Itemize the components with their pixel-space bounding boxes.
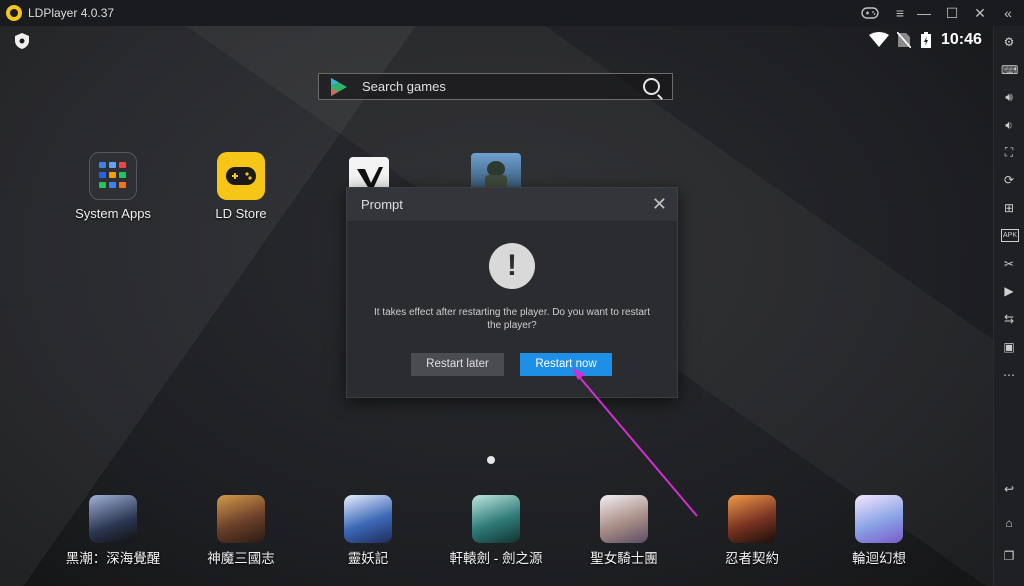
prompt-dialog: Prompt ✕ ! It takes effect after restart… bbox=[346, 187, 678, 398]
app-label: 靈妖記 bbox=[347, 551, 389, 566]
volume-down-icon[interactable]: 🔉︎ bbox=[1001, 118, 1017, 132]
app-label: 聖女騎士團 bbox=[590, 551, 658, 566]
back-icon[interactable]: ↩ bbox=[1001, 482, 1017, 496]
app-ld-store[interactable]: LD Store bbox=[191, 152, 291, 221]
restart-now-button[interactable]: Restart now bbox=[520, 353, 612, 376]
clock: 10:46 bbox=[941, 31, 982, 48]
search-placeholder: Search games bbox=[362, 79, 446, 94]
app-label: 輪迴幻想 bbox=[852, 551, 906, 566]
game-icon bbox=[600, 495, 648, 543]
close-icon[interactable]: ✕ bbox=[652, 194, 667, 214]
close-icon[interactable]: ✕ bbox=[966, 0, 994, 26]
ldplayer-logo-icon bbox=[6, 5, 22, 21]
collapse-icon[interactable]: « bbox=[994, 0, 1022, 26]
dock-app-3[interactable]: 靈妖記 bbox=[313, 495, 423, 567]
app-label: 黑潮：深海覺醒 bbox=[65, 551, 161, 566]
page-indicator-dot bbox=[487, 456, 495, 464]
dock-app-5[interactable]: 聖女騎士團 bbox=[569, 495, 679, 567]
sync-icon[interactable]: ⇆ bbox=[1001, 312, 1017, 326]
app-label: LD Store bbox=[215, 206, 267, 221]
restart-later-button[interactable]: Restart later bbox=[411, 353, 504, 376]
game-icon bbox=[89, 495, 137, 543]
dialog-header: Prompt ✕ bbox=[347, 188, 677, 221]
game-icon bbox=[728, 495, 776, 543]
fullscreen-icon[interactable]: ⛶ bbox=[1001, 145, 1017, 159]
dock-app-7[interactable]: 輪迴幻想 bbox=[824, 495, 934, 567]
shield-icon[interactable] bbox=[14, 32, 30, 55]
app-label: 神魔三國志 bbox=[207, 551, 275, 566]
maximize-icon[interactable]: ☐ bbox=[938, 0, 966, 26]
minimize-icon[interactable]: — bbox=[910, 0, 938, 26]
recent-apps-icon[interactable]: ❐ bbox=[1001, 549, 1017, 563]
rotate-icon[interactable]: ⟳ bbox=[1001, 173, 1017, 187]
window-title: LDPlayer 4.0.37 bbox=[28, 6, 115, 20]
operation-record-icon[interactable]: ▣ bbox=[1001, 340, 1017, 354]
dock-app-1[interactable]: 黑潮：深海覺醒 bbox=[58, 495, 168, 567]
no-sim-icon bbox=[896, 31, 912, 53]
dock-app-2[interactable]: 神魔三國志 bbox=[186, 495, 296, 567]
more-icon[interactable]: ⋯ bbox=[1001, 368, 1017, 382]
battery-icon bbox=[921, 32, 931, 53]
keyboard-icon[interactable]: ⌨ bbox=[1001, 63, 1018, 77]
app-system-apps[interactable]: System Apps bbox=[63, 152, 163, 221]
game-icon bbox=[855, 495, 903, 543]
game-icon bbox=[217, 495, 265, 543]
settings-icon[interactable]: ⚙ bbox=[1001, 35, 1017, 49]
dock-app-6[interactable]: 忍者契約 bbox=[697, 495, 807, 567]
ld-store-icon bbox=[217, 152, 265, 200]
add-window-icon[interactable]: ⊞ bbox=[1001, 201, 1017, 215]
game-icon bbox=[472, 495, 520, 543]
volume-up-icon[interactable]: 🔊︎ bbox=[1001, 90, 1017, 104]
game-icon bbox=[344, 495, 392, 543]
warning-icon: ! bbox=[489, 243, 535, 289]
right-toolbar: ⚙ ⌨ 🔊︎ 🔉︎ ⛶ ⟳ ⊞ APK ✂ ▶ ⇆ ▣ ⋯ ↩ ⌂ ❐ bbox=[993, 26, 1024, 586]
apk-install-icon[interactable]: APK bbox=[1001, 229, 1019, 242]
dialog-title: Prompt bbox=[361, 197, 403, 212]
system-apps-icon bbox=[89, 152, 137, 200]
gamepad-icon[interactable] bbox=[856, 0, 884, 26]
search-bar[interactable]: Search games bbox=[318, 73, 673, 100]
app-label: 忍者契約 bbox=[725, 551, 779, 566]
home-icon[interactable]: ⌂ bbox=[1001, 516, 1017, 530]
title-bar: LDPlayer 4.0.37 ≡ — ☐ ✕ « bbox=[0, 0, 1024, 26]
wifi-icon bbox=[869, 32, 889, 53]
scissors-icon[interactable]: ✂ bbox=[1001, 257, 1017, 271]
app-label: 軒轅劍 - 劍之源 bbox=[449, 551, 543, 566]
search-icon[interactable] bbox=[643, 78, 660, 95]
dialog-message: It takes effect after restarting the pla… bbox=[373, 307, 651, 331]
app-label: System Apps bbox=[75, 206, 151, 221]
dock-app-4[interactable]: 軒轅劍 - 劍之源 bbox=[441, 495, 551, 567]
video-record-icon[interactable]: ▶ bbox=[1001, 284, 1017, 298]
